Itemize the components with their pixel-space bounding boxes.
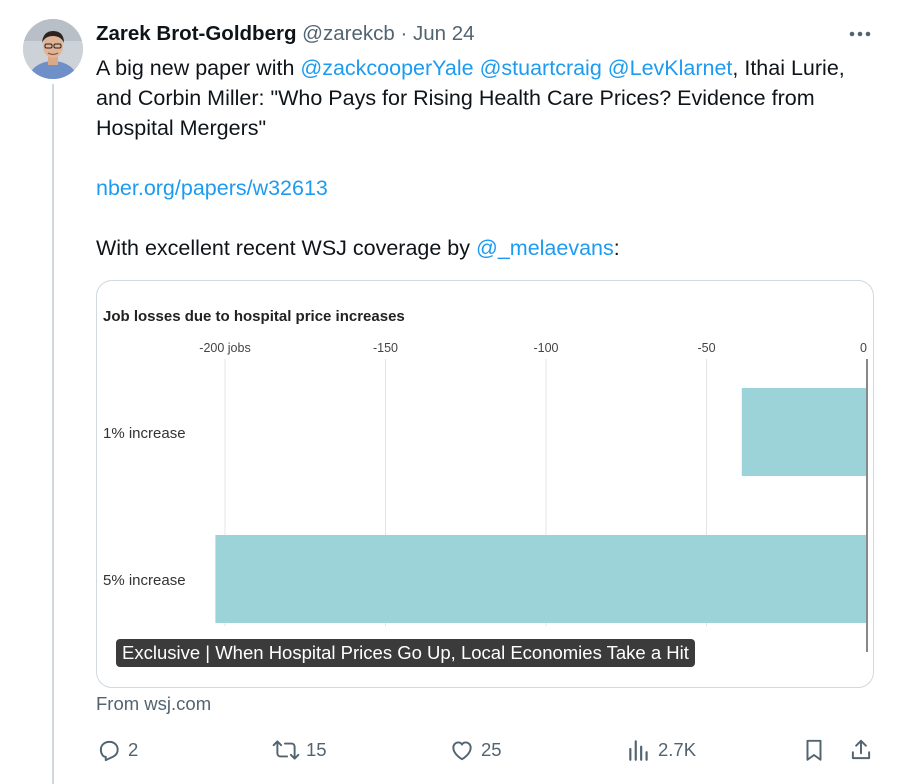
reply-button[interactable]: 2 — [96, 737, 138, 763]
bookmark-icon — [806, 739, 822, 761]
thread-line — [52, 84, 54, 784]
card-source[interactable]: From wsj.com — [96, 693, 211, 715]
x-tick-label: -50 — [697, 341, 715, 355]
author-name[interactable]: Zarek Brot-Goldberg — [96, 22, 296, 45]
avatar-image — [23, 19, 83, 79]
bar — [741, 388, 867, 476]
views-button[interactable]: 2.7K — [626, 737, 696, 763]
action-bar: 2 15 25 2.7K — [0, 737, 898, 767]
share-icon — [851, 739, 871, 760]
bookmark-button[interactable] — [801, 737, 827, 763]
mention-link[interactable]: @stuartcraig — [480, 56, 602, 80]
mention-link[interactable]: @zackcooperYale — [300, 56, 473, 80]
like-count: 25 — [481, 739, 502, 760]
paper-link-paragraph: nber.org/papers/w32613 — [96, 173, 876, 203]
x-tick-label: 0 — [860, 341, 867, 355]
paper-link[interactable]: nber.org/papers/w32613 — [96, 176, 328, 200]
tweet-date[interactable]: Jun 24 — [413, 22, 475, 45]
reply-icon — [99, 740, 119, 762]
coverage-end: : — [613, 236, 620, 260]
chart: Job losses due to hospital price increas… — [103, 308, 868, 652]
coverage-text: With excellent recent WSJ coverage by — [96, 236, 476, 260]
card-caption[interactable]: Exclusive | When Hospital Prices Go Up, … — [116, 639, 695, 667]
header-separator: · — [400, 22, 408, 45]
tweet-paragraph: A big new paper with @zackcooperYale @st… — [96, 53, 876, 143]
repost-count: 15 — [306, 739, 327, 760]
heart-icon — [452, 741, 472, 761]
more-icon — [849, 31, 871, 37]
repost-button[interactable]: 15 — [272, 737, 327, 763]
x-tick-label: -150 — [373, 341, 398, 355]
analytics-icon — [629, 740, 648, 761]
views-count: 2.7K — [658, 739, 697, 760]
text-intro: A big new paper with — [96, 56, 301, 80]
x-tick-label: -100 — [533, 341, 558, 355]
category-label: 5% increase — [103, 572, 186, 589]
link-card[interactable]: Job losses due to hospital price increas… — [96, 280, 874, 688]
author-handle[interactable]: @zarekcb — [302, 22, 395, 45]
chart-title: Job losses due to hospital price increas… — [103, 308, 405, 325]
reply-count: 2 — [128, 739, 139, 760]
share-button[interactable] — [848, 737, 874, 763]
avatar[interactable] — [23, 19, 83, 79]
more-options-button[interactable] — [845, 22, 875, 46]
tweet-header: Zarek Brot-Goldberg @zarekcb · Jun 24 — [96, 20, 475, 48]
bar — [215, 535, 867, 623]
category-label: 1% increase — [103, 425, 186, 442]
x-tick-label: -200 jobs — [199, 341, 250, 355]
mention-link[interactable]: @LevKlarnet — [608, 56, 733, 80]
tweet-text: A big new paper with @zackcooperYale @st… — [96, 53, 876, 263]
repost-icon — [272, 740, 300, 760]
coverage-mention-link[interactable]: @_melaevans — [476, 236, 614, 260]
coverage-paragraph: With excellent recent WSJ coverage by @_… — [96, 233, 876, 263]
like-button[interactable]: 25 — [449, 737, 502, 763]
